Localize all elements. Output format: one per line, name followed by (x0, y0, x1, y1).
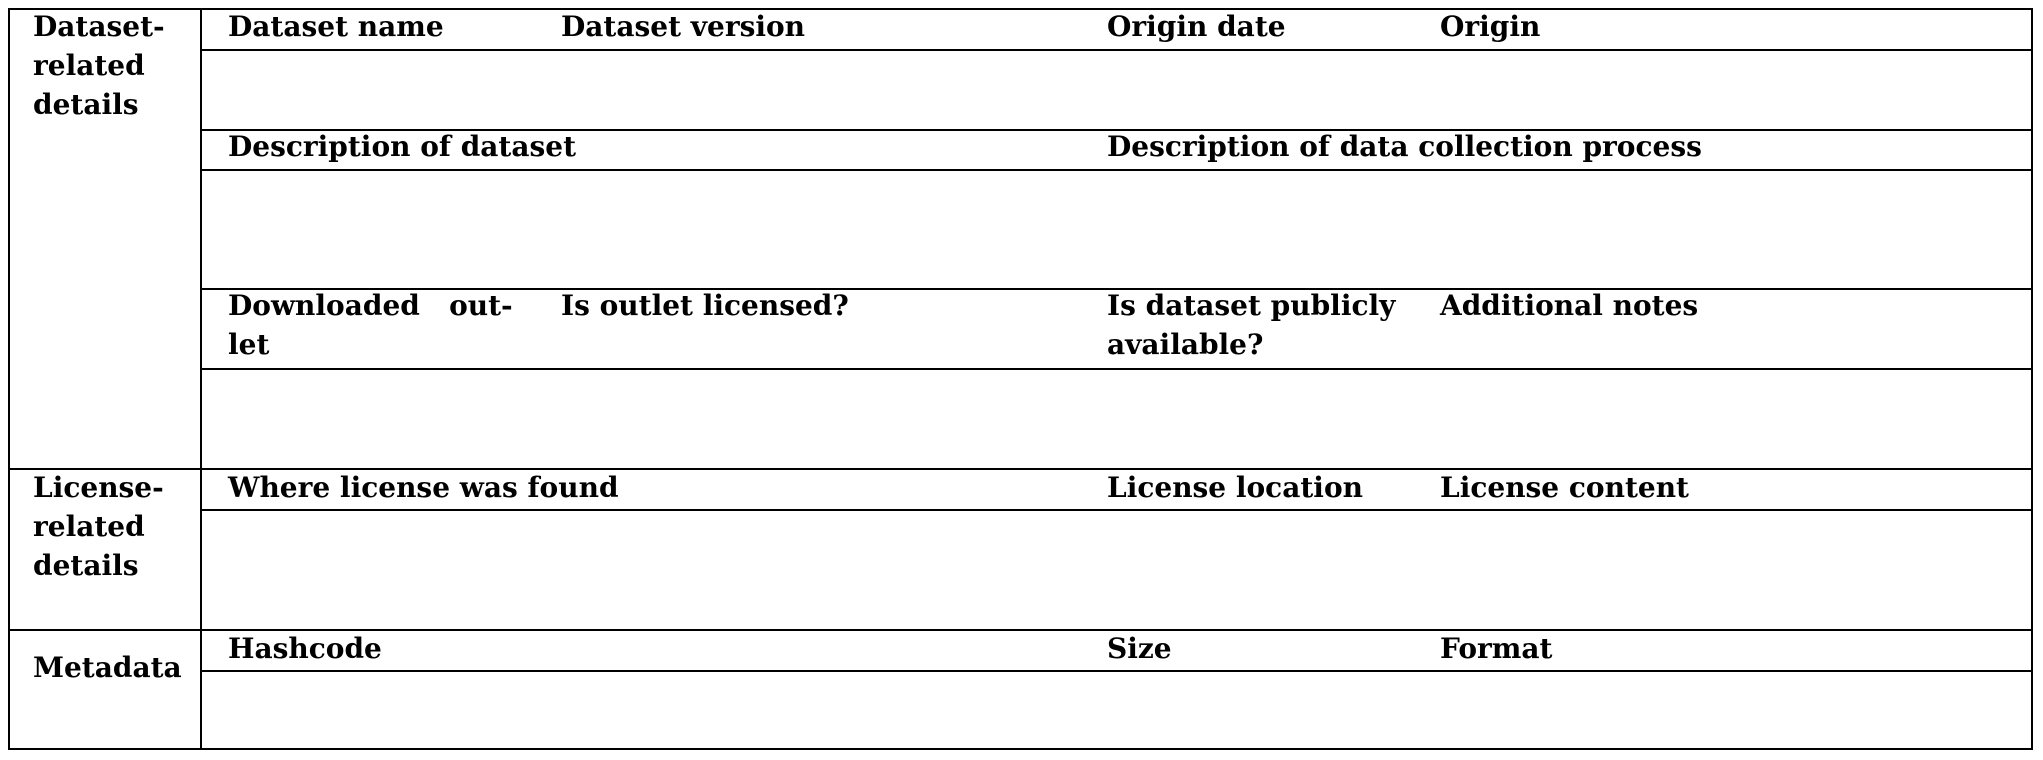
row-line (200, 169, 2033, 171)
field-collection-process: Description of data collection process (1107, 130, 1702, 163)
row-line (200, 49, 2033, 51)
field-size: Size (1107, 632, 1172, 665)
field-license-where-found: Where license was found (228, 471, 619, 504)
field-license-location: License location (1107, 471, 1363, 504)
field-publicly-available: Is dataset publicly (1107, 289, 1396, 322)
field-dataset-name: Dataset name (228, 10, 444, 43)
field-dataset-description: Description of dataset (228, 130, 577, 163)
section-divider (200, 8, 202, 750)
field-origin-date: Origin date (1107, 10, 1286, 43)
row-line (200, 368, 2033, 370)
field-downloaded-outlet-cont: let (228, 328, 270, 361)
section-label-dataset: Dataset- related details (33, 10, 165, 121)
field-format: Format (1440, 632, 1553, 665)
section-label-metadata: Metadata (33, 651, 182, 684)
field-outlet-licensed: Is outlet licensed? (561, 289, 849, 322)
row-line (200, 509, 2033, 511)
field-downloaded-outlet: Downloaded out- (228, 289, 513, 322)
field-publicly-available-cont: available? (1107, 328, 1264, 361)
section-label-license: License- related details (33, 471, 164, 582)
field-license-content: License content (1440, 471, 1689, 504)
field-origin: Origin (1440, 10, 1541, 43)
row-line (200, 670, 2033, 672)
field-hashcode: Hashcode (228, 632, 382, 665)
field-additional-notes: Additional notes (1440, 289, 1699, 322)
field-dataset-version: Dataset version (561, 10, 806, 43)
